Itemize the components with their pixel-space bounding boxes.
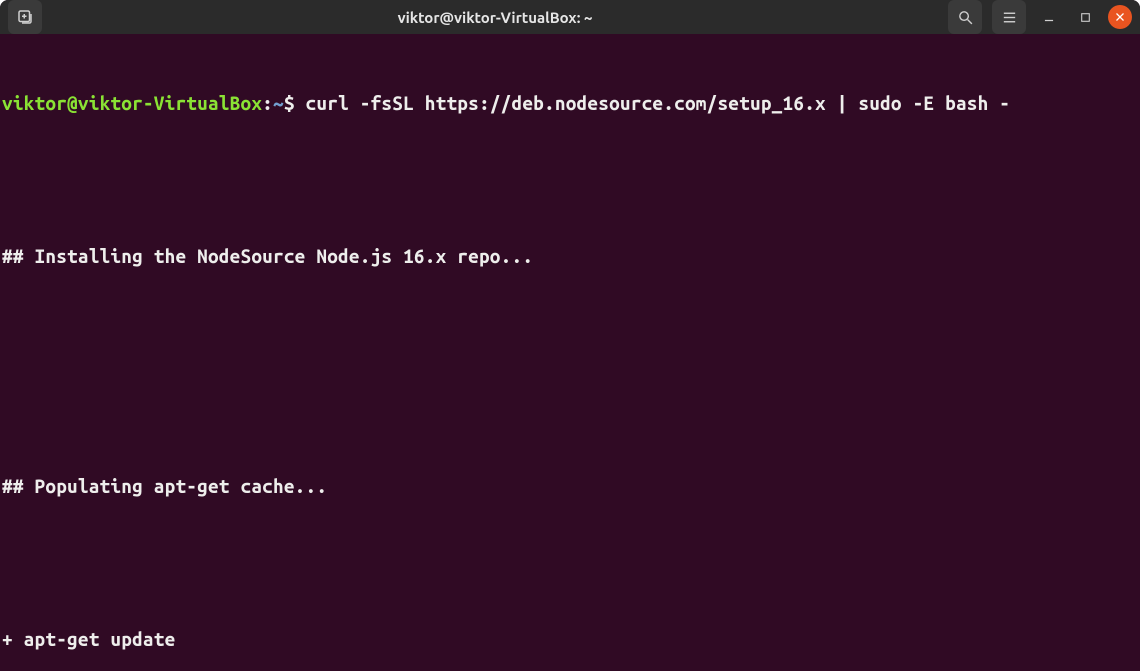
output-line	[2, 397, 1138, 423]
minimize-button[interactable]	[1036, 4, 1062, 30]
prompt-user: viktor	[2, 92, 67, 114]
terminal-window: viktor@viktor-VirtualBox: ~	[0, 0, 1140, 671]
hamburger-menu-button[interactable]	[992, 0, 1026, 34]
output-line	[2, 550, 1138, 576]
maximize-button[interactable]	[1072, 4, 1098, 30]
close-button[interactable]	[1108, 5, 1132, 29]
output-line	[2, 321, 1138, 347]
prompt-path: ~	[273, 92, 284, 114]
output-line: ## Populating apt-get cache...	[2, 474, 1138, 500]
output-line	[2, 168, 1138, 194]
prompt-host: viktor-VirtualBox	[78, 92, 262, 114]
output-line: ## Installing the NodeSource Node.js 16.…	[2, 244, 1138, 270]
titlebar[interactable]: viktor@viktor-VirtualBox: ~	[0, 0, 1140, 34]
output-line: + apt-get update	[2, 627, 1138, 653]
prompt-command: curl -fsSL https://deb.nodesource.com/se…	[306, 92, 1011, 114]
new-tab-button[interactable]	[8, 0, 42, 34]
window-title: viktor@viktor-VirtualBox: ~	[42, 9, 948, 26]
prompt-line: viktor@viktor-VirtualBox:~$ curl -fsSL h…	[2, 91, 1138, 117]
terminal-body[interactable]: viktor@viktor-VirtualBox:~$ curl -fsSL h…	[0, 34, 1140, 671]
search-button[interactable]	[948, 0, 982, 34]
